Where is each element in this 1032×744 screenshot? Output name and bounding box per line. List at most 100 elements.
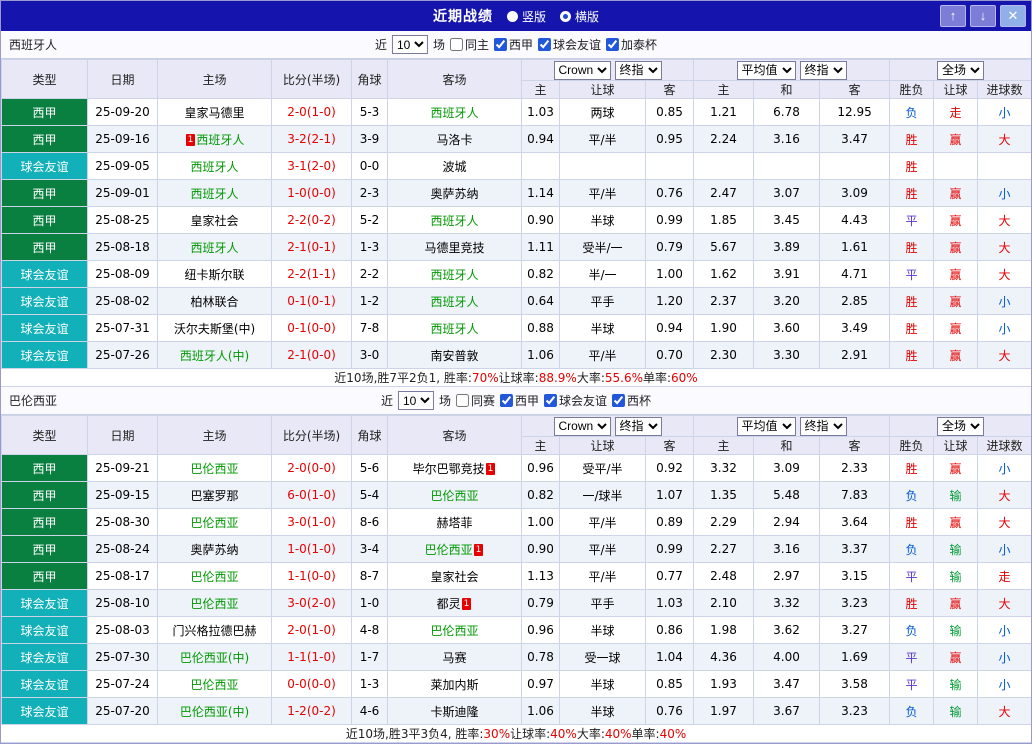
move-up-button[interactable]: ↑ — [940, 5, 966, 27]
score-cell: 2-2(0-2) — [272, 207, 352, 234]
recent-count-select[interactable]: 10 — [398, 391, 434, 410]
layout-vertical-radio[interactable]: 竖版 — [507, 8, 546, 25]
result-handicap-cell: 走 — [934, 99, 978, 126]
result-handicap-cell: 赢 — [934, 455, 978, 482]
asian-handicap-cell: 平/半 — [560, 536, 646, 563]
asian-handicap-cell: 半球 — [560, 315, 646, 342]
checkbox-input[interactable] — [450, 38, 463, 51]
home-team-cell: 西班牙人(中) — [158, 342, 272, 369]
euro-average-select[interactable]: 平均值 — [737, 417, 796, 436]
checkbox-input[interactable] — [606, 38, 619, 51]
move-down-button[interactable]: ↓ — [970, 5, 996, 27]
asian-handicap-cell: 受平/半 — [560, 455, 646, 482]
match-row: 西甲25-09-01西班牙人1-0(0-0)2-3奥萨苏纳1.14平/半0.76… — [2, 180, 1032, 207]
asian-stage-select[interactable]: 终指 — [615, 61, 662, 80]
euro-away-odds-cell — [820, 153, 890, 180]
result-wdl-cell: 负 — [890, 536, 934, 563]
result-goals-cell: 小 — [978, 617, 1032, 644]
col-asian-handicap-header: 让球 — [560, 437, 646, 455]
corner-cell: 3-0 — [352, 342, 388, 369]
asian-away-odds-cell: 0.85 — [646, 671, 694, 698]
euro-draw-odds-cell: 3.32 — [754, 590, 820, 617]
col-euro-home-header: 主 — [694, 437, 754, 455]
filter-checkbox-cup[interactable]: 加泰杯 — [606, 36, 657, 53]
result-goals-cell — [978, 153, 1032, 180]
date-cell: 25-08-30 — [88, 509, 158, 536]
euro-away-odds-cell: 7.83 — [820, 482, 890, 509]
filter-checkbox-friendly[interactable]: 球会友谊 — [538, 36, 601, 53]
recent-results-panel: 近期战绩 竖版 横版 ↑ ↓ ✕ 西班牙人 近 10 场 同主 西甲 — [0, 0, 1032, 744]
team-name: 纽卡斯尔联 — [184, 268, 244, 282]
team-name: 都灵 — [437, 597, 461, 611]
col-result-header: 胜负 — [890, 81, 934, 99]
score-cell: 2-2(1-1) — [272, 261, 352, 288]
bookmaker-select[interactable]: Crown — [554, 61, 611, 80]
team-name: 西班牙人 — [430, 322, 478, 336]
summary-text: 40% — [550, 727, 577, 741]
euro-stage-select[interactable]: 终指 — [800, 417, 847, 436]
euro-home-odds-cell: 2.10 — [694, 590, 754, 617]
corner-cell: 8-6 — [352, 509, 388, 536]
asian-home-odds-cell: 1.06 — [522, 342, 560, 369]
result-goals-cell: 小 — [978, 288, 1032, 315]
score-cell: 1-1(1-0) — [272, 644, 352, 671]
match-row: 球会友谊25-09-05西班牙人3-1(2-0)0-0波城胜 — [2, 153, 1032, 180]
scope-select[interactable]: 全场 — [937, 61, 984, 80]
match-row: 西甲25-08-18西班牙人2-1(0-1)1-3马德里竞技1.11受半/一0.… — [2, 234, 1032, 261]
scope-select[interactable]: 全场 — [937, 417, 984, 436]
filter-checkbox-laliga[interactable]: 西甲 — [494, 36, 533, 53]
euro-away-odds-cell: 4.43 — [820, 207, 890, 234]
checkbox-input[interactable] — [456, 394, 469, 407]
asian-handicap-cell: 受一球 — [560, 644, 646, 671]
asian-away-odds-cell: 0.76 — [646, 698, 694, 725]
away-team-cell: 南安普敦 — [388, 342, 522, 369]
asian-handicap-cell: 一/球半 — [560, 482, 646, 509]
asian-home-odds-cell: 0.78 — [522, 644, 560, 671]
checkbox-input[interactable] — [538, 38, 551, 51]
team-name: 沃尔夫斯堡(中) — [174, 322, 255, 336]
recent-label: 近 — [381, 392, 393, 409]
bookmaker-select[interactable]: Crown — [554, 417, 611, 436]
team-name: 西班牙人 — [190, 241, 238, 255]
result-handicap-cell: 赢 — [934, 180, 978, 207]
league-type-cell: 球会友谊 — [2, 153, 88, 180]
checkbox-input[interactable] — [500, 394, 513, 407]
col-type-header: 类型 — [2, 416, 88, 455]
layout-horizontal-radio[interactable]: 横版 — [560, 8, 599, 25]
recent-count-select[interactable]: 10 — [392, 35, 428, 54]
asian-handicap-cell: 平/半 — [560, 126, 646, 153]
filter-checkbox-cup[interactable]: 西杯 — [612, 392, 651, 409]
asian-home-odds-cell: 0.90 — [522, 207, 560, 234]
league-type-cell: 西甲 — [2, 509, 88, 536]
checkbox-input[interactable] — [544, 394, 557, 407]
score-cell: 2-1(0-1) — [272, 234, 352, 261]
asian-handicap-cell: 受半/一 — [560, 234, 646, 261]
result-handicap-cell: 赢 — [934, 590, 978, 617]
filter-checkbox-same-comp[interactable]: 同赛 — [456, 392, 495, 409]
checkbox-input[interactable] — [494, 38, 507, 51]
team-name: 马赛 — [442, 651, 466, 665]
euro-average-select[interactable]: 平均值 — [737, 61, 796, 80]
scope-controls: 全场 — [890, 60, 1032, 81]
checkbox-input[interactable] — [612, 394, 625, 407]
date-cell: 25-08-03 — [88, 617, 158, 644]
home-team-cell: 奥萨苏纳 — [158, 536, 272, 563]
asian-handicap-cell: 两球 — [560, 99, 646, 126]
close-button[interactable]: ✕ — [1000, 5, 1026, 27]
filter-checkbox-same-home[interactable]: 同主 — [450, 36, 489, 53]
filter-checkbox-laliga[interactable]: 西甲 — [500, 392, 539, 409]
filter-checkbox-friendly[interactable]: 球会友谊 — [544, 392, 607, 409]
score-cell: 0-1(0-1) — [272, 288, 352, 315]
col-asian-away-header: 客 — [646, 81, 694, 99]
result-handicap-cell: 赢 — [934, 126, 978, 153]
euro-home-odds-cell: 2.37 — [694, 288, 754, 315]
summary-text: 单率: — [632, 725, 660, 742]
team-name: 马洛卡 — [436, 133, 472, 147]
euro-draw-odds-cell: 3.16 — [754, 536, 820, 563]
away-team-cell: 赫塔菲 — [388, 509, 522, 536]
euro-stage-select[interactable]: 终指 — [800, 61, 847, 80]
col-asian-home-header: 主 — [522, 437, 560, 455]
result-handicap-cell: 输 — [934, 698, 978, 725]
asian-stage-select[interactable]: 终指 — [615, 417, 662, 436]
asian-away-odds-cell: 1.03 — [646, 590, 694, 617]
